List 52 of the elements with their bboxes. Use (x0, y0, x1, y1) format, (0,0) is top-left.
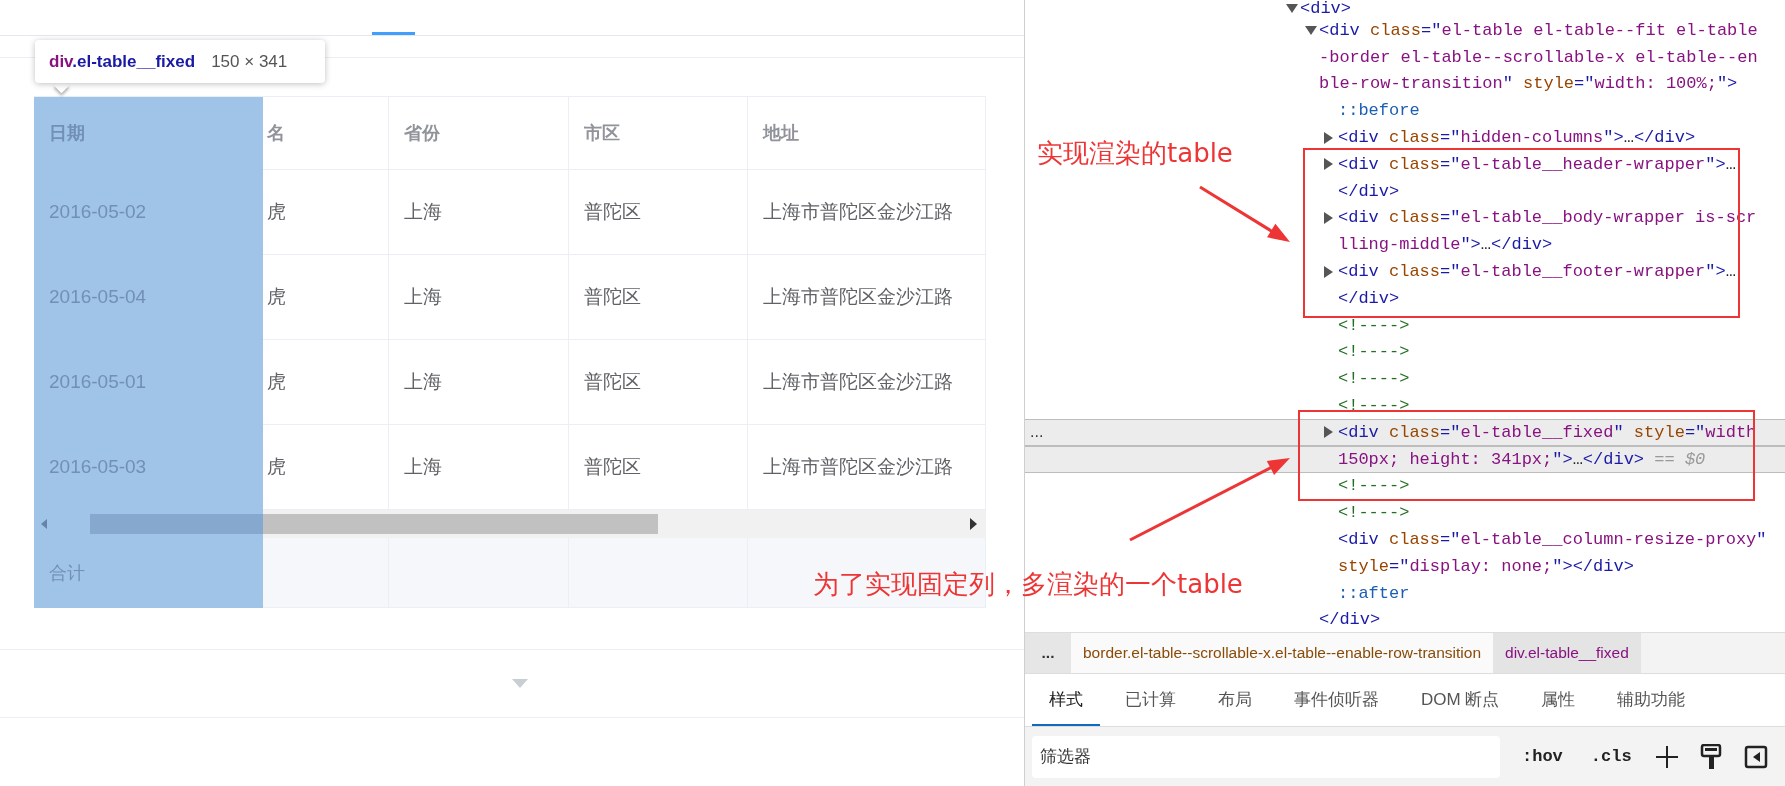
markup-text: ::before (1338, 101, 1420, 121)
markup-text: -border el-table--scrollable-x el-table--en (1319, 47, 1758, 67)
markup-text: <!----> (1338, 396, 1410, 416)
markup-text: <!----> (1338, 369, 1410, 389)
annotation-text: 实现渲染的table (1037, 137, 1233, 170)
table-cell: 普陀区 (569, 170, 748, 255)
table-cell: 虎 (263, 170, 389, 255)
panel-tab[interactable]: 属性 (1524, 674, 1593, 726)
table-cell: 上海 (389, 340, 569, 425)
table-cell: 上海 (389, 170, 569, 255)
markup-text: 150px; height: 341px;">…</div> == $0 (1338, 449, 1706, 469)
filter-field[interactable]: 筛选器 (1032, 735, 1500, 778)
tooltip-selector: div.el-table__fixed (49, 51, 196, 72)
markup-text: </div> (1319, 610, 1381, 630)
breadcrumb-item[interactable]: div.el-table__fixed (1493, 633, 1641, 673)
markup-text: <!----> (1338, 476, 1410, 496)
node-actions-ellipsis[interactable]: ... (1025, 423, 1044, 442)
table-cell: 普陀区 (569, 340, 748, 425)
selected-tree-row[interactable]: 150px; height: 341px;">…</div> == $0 (1025, 445, 1785, 473)
table-cell: 上海 (389, 255, 569, 340)
markup-text: <div class="el-table__footer-wrapper">… (1338, 262, 1736, 282)
panel-tab[interactable]: 辅助功能 (1600, 674, 1703, 726)
markup-text: style="display: none;"></div> (1338, 556, 1634, 576)
markup-text: <!----> (1338, 315, 1410, 335)
markup-text: <div class="hidden-columns">…</div> (1338, 128, 1696, 148)
panel-tab[interactable]: 已计算 (1108, 674, 1193, 726)
panel-tab[interactable]: 事件侦听器 (1277, 674, 1396, 726)
markup-text: </div> (1338, 288, 1400, 308)
panel-tab[interactable]: 布局 (1201, 674, 1269, 726)
table-cell: 虎 (263, 340, 389, 425)
tooltip-size: 150 × 341 (211, 51, 288, 72)
markup-text: ble-row-transition" style="width: 100%;"> (1319, 74, 1738, 94)
markup-text: <div class="el-table__column-resize-proxy" (1338, 530, 1767, 550)
markup-text: <div> (1300, 0, 1351, 18)
markup-text: ::after (1338, 583, 1410, 603)
style-toggle-button[interactable]: .cls (1584, 743, 1638, 770)
panel-tab[interactable]: DOM 断点 (1404, 674, 1517, 726)
markup-text: <div class="el-table el-table--fit el-table (1319, 20, 1758, 40)
markup-text: <!----> (1338, 503, 1410, 523)
table-cell: 普陀区 (569, 255, 748, 340)
markup-text: </div> (1338, 181, 1400, 201)
table-cell: 上海市普陀区金沙江路 (748, 340, 986, 425)
markup-text: <!----> (1338, 342, 1410, 362)
breadcrumb-overflow[interactable]: ... (1025, 633, 1071, 673)
annotation-text: 为了实现固定列，多渲染的一个table (813, 568, 1243, 601)
table-cell: 上海市普陀区金沙江路 (748, 170, 986, 255)
markup-text: lling-middle">…</div> (1338, 235, 1553, 255)
table-cell: 上海市普陀区金沙江路 (748, 255, 986, 340)
table-cell: 虎 (263, 255, 389, 340)
markup-text: <div class="el-table__header-wrapper">… (1338, 154, 1736, 174)
style-toggle-button[interactable]: :hov (1516, 743, 1569, 770)
breadcrumb-item[interactable]: border.el-table--scrollable-x.el-table--enable-row-transition (1071, 633, 1493, 673)
